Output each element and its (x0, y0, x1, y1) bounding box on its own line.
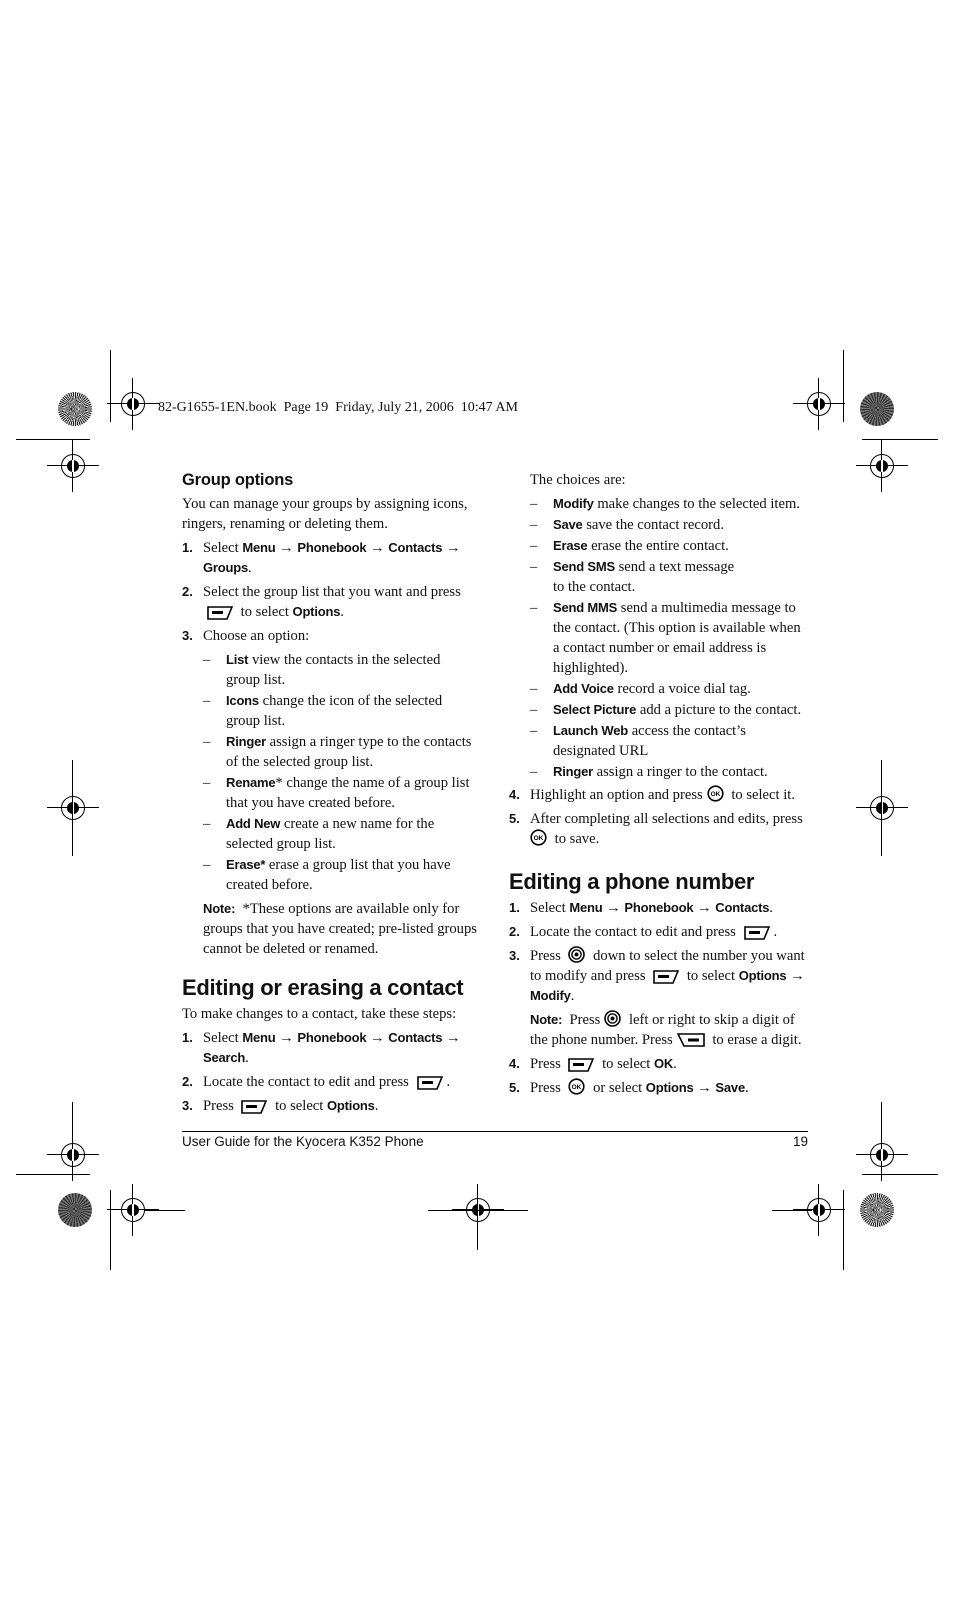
ok-key-icon: OK (530, 829, 547, 846)
arrow-icon: → (697, 1080, 712, 1096)
list-item: 3. Choose an option: (182, 628, 310, 644)
list-item: – Ringer assign a ringer to the contact. (530, 764, 768, 780)
list-item: 1. Select Menu → Phonebook → Contacts → … (182, 1030, 461, 1066)
left-softkey-icon (241, 1100, 268, 1114)
registration-target-icon (107, 378, 159, 430)
list-item: 1. Select Menu → Phonebook → Contacts → … (182, 540, 461, 576)
arrow-icon: → (606, 900, 621, 916)
list-item: – Select Picture add a picture to the con… (530, 702, 802, 718)
svg-text:OK: OK (710, 791, 720, 798)
crop-mark-line (862, 439, 938, 440)
list-item: – Send SMS send a text message to the con… (530, 559, 735, 595)
arrow-icon: → (445, 1030, 461, 1046)
left-softkey-icon (653, 970, 680, 984)
list-item: – List view the contacts in the selected … (203, 652, 441, 688)
list-item: 3. Press down to select the number you w… (509, 946, 805, 1004)
print-header: 82-G1655-1EN.book Page 19 Friday, July 2… (158, 400, 518, 415)
footer-rule (182, 1131, 808, 1132)
choices-intro: The choices are: (530, 472, 626, 488)
crop-mark-line (843, 350, 844, 422)
registration-target-icon (856, 440, 908, 492)
crop-mark-line (145, 1210, 185, 1211)
list-item: 5. Press OK or select Options → Save. (509, 1078, 749, 1096)
registration-target-icon (856, 782, 908, 834)
crop-mark-line (477, 1190, 478, 1250)
crop-mark-line (16, 1174, 90, 1175)
crop-mark-line (110, 350, 111, 422)
color-bar-starburst-icon (58, 392, 92, 426)
ok-key-icon: OK (568, 1078, 586, 1095)
registration-target-icon (47, 440, 99, 492)
left-softkey-icon (207, 606, 233, 620)
section-heading-editing-number: Editing a phone number (509, 869, 755, 894)
left-softkey-icon (568, 1058, 595, 1072)
right-column: The choices are: – Modify make changes to… (509, 470, 809, 1102)
arrow-icon: → (370, 540, 385, 556)
group-options-list: – List view the contacts in the selected … (203, 650, 478, 895)
list-item: 4. Highlight an option and press OK to se… (509, 785, 795, 803)
list-item: 5. After completing all selections and e… (509, 811, 803, 847)
crop-mark-line (843, 1190, 844, 1270)
list-item: – Launch Web access the contact’s designa… (530, 723, 746, 759)
color-bar-starburst-icon (860, 392, 894, 426)
section-heading-editing-contact: Editing or erasing a contact (182, 975, 464, 1000)
note: Note: Press left or right to skip a digi… (530, 1010, 802, 1048)
list-item: – Icons change the icon of the selected g… (203, 693, 443, 729)
arrow-icon: → (697, 900, 712, 916)
list-item: – Rename* change the name of a group list… (203, 775, 470, 811)
svg-text:OK: OK (534, 835, 544, 842)
crop-mark-line (16, 439, 90, 440)
list-item: 3. Press to select Options. (182, 1098, 379, 1114)
editing-contact-intro: To make changes to a contact, take these… (182, 1006, 457, 1022)
crop-mark-line (881, 760, 882, 856)
list-item: – Send MMS send a multimedia message to t… (530, 600, 801, 676)
page-number: 19 (792, 1134, 808, 1149)
left-softkey-icon (416, 1076, 443, 1090)
list-item: 2. Locate the contact to edit and press … (509, 924, 778, 940)
registration-target-icon (107, 1184, 159, 1236)
list-item: – Erase* erase a group list that you have… (203, 857, 451, 893)
list-item: – Add Voice record a voice dial tag. (530, 681, 751, 697)
section-heading-group-options: Group options (182, 471, 294, 489)
navigation-key-icon (568, 946, 586, 963)
list-item: 2. Locate the contact to edit and press … (182, 1074, 451, 1090)
clear-key-icon (676, 1033, 705, 1047)
registration-target-icon (47, 1129, 99, 1181)
footer-title: User Guide for the Kyocera K352 Phone (182, 1134, 424, 1149)
arrow-icon: → (790, 968, 805, 984)
crop-mark-line (110, 1190, 111, 1270)
registration-target-icon (793, 378, 845, 430)
group-options-intro: You can manage your groups by assigning … (182, 496, 468, 532)
svg-text:OK: OK (572, 1084, 582, 1091)
crop-mark-line (772, 1210, 812, 1211)
list-item: 1. Select Menu → Phonebook → Contacts. (509, 900, 773, 916)
ok-key-icon: OK (707, 785, 724, 802)
note: Note: *These options are available only … (203, 901, 481, 957)
left-softkey-icon (743, 926, 770, 940)
list-item: – Ringer assign a ringer type to the cont… (203, 734, 472, 770)
arrow-icon: → (445, 540, 461, 556)
crop-mark-line (428, 1210, 528, 1211)
color-bar-starburst-icon (58, 1193, 92, 1227)
registration-target-icon (856, 1129, 908, 1181)
arrow-icon: → (370, 1030, 385, 1046)
arrow-icon: → (279, 1030, 294, 1046)
crop-mark-line (862, 1174, 938, 1175)
left-column: Group options You can manage your groups… (182, 470, 478, 1120)
list-item: – Add New create a new name for the selec… (203, 816, 435, 852)
list-item: – Save save the contact record. (530, 517, 724, 533)
arrow-icon: → (279, 540, 294, 556)
list-item: – Erase erase the entire contact. (530, 538, 729, 554)
navigation-key-icon (604, 1010, 622, 1027)
list-item: 2. Select the group list that you want a… (182, 584, 461, 620)
list-item: 4. Press to select OK. (509, 1056, 677, 1072)
list-item: – Modify make changes to the selected ite… (530, 496, 800, 512)
color-bar-starburst-icon (860, 1193, 894, 1227)
registration-target-icon (47, 782, 99, 834)
crop-mark-line (72, 760, 73, 856)
choices-list: – Modify make changes to the selected ite… (530, 494, 809, 782)
